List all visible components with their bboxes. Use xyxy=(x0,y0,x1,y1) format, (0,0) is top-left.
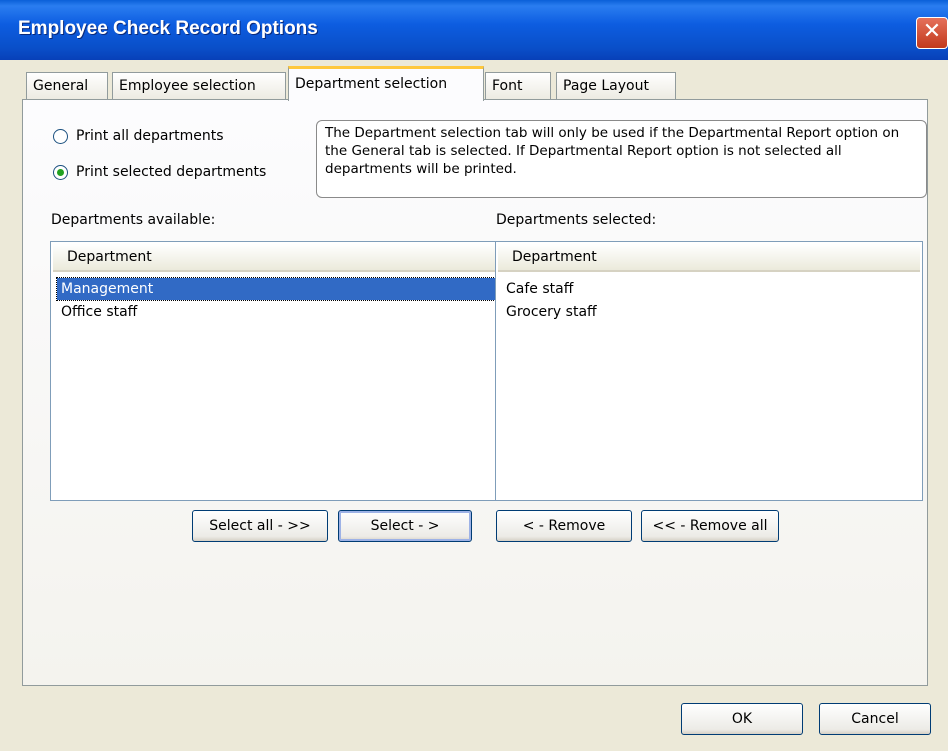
window-title: Employee Check Record Options xyxy=(18,18,318,39)
ok-button[interactable]: OK xyxy=(681,703,803,735)
select-button[interactable]: Select - > xyxy=(338,510,472,542)
radio-print-all-departments[interactable]: Print all departments xyxy=(53,128,224,144)
radio-label: Print selected departments xyxy=(76,164,267,180)
select-all-button[interactable]: Select all - >> xyxy=(192,510,328,542)
list-item[interactable]: Cafe staff xyxy=(502,278,918,300)
close-icon: ✕ xyxy=(922,19,942,44)
title-bar: Employee Check Record Options ✕ xyxy=(0,0,948,60)
tab-employee-selection[interactable]: Employee selection xyxy=(112,72,286,100)
tab-page-layout[interactable]: Page Layout xyxy=(556,72,676,100)
departments-selected-label: Departments selected: xyxy=(496,212,657,228)
radio-print-selected-departments[interactable]: Print selected departments xyxy=(53,164,266,180)
radio-unchecked-icon xyxy=(53,128,68,144)
remove-all-button[interactable]: << - Remove all xyxy=(641,510,779,542)
tab-general[interactable]: General xyxy=(26,72,108,100)
radio-label: Print all departments xyxy=(76,128,224,144)
departments-selected-list[interactable]: Department Cafe staff Grocery staff xyxy=(495,241,923,501)
departments-available-list[interactable]: Department Management Office staff xyxy=(50,241,500,501)
column-header-department[interactable]: Department xyxy=(53,244,497,272)
column-header-department[interactable]: Department xyxy=(498,244,920,272)
info-note: The Department selection tab will only b… xyxy=(316,120,927,198)
cancel-button[interactable]: Cancel xyxy=(819,703,931,735)
list-item[interactable]: Management xyxy=(56,277,496,301)
dialog-window: Employee Check Record Options ✕ General … xyxy=(0,0,948,751)
tab-department-selection[interactable]: Department selection xyxy=(288,66,484,101)
department-selection-panel: Print all departments Print selected dep… xyxy=(22,99,928,686)
remove-button[interactable]: < - Remove xyxy=(496,510,632,542)
list-item[interactable]: Office staff xyxy=(57,301,495,323)
close-button[interactable]: ✕ xyxy=(916,17,948,49)
tab-font[interactable]: Font xyxy=(485,72,551,100)
departments-available-label: Departments available: xyxy=(51,212,216,228)
radio-checked-icon xyxy=(53,164,68,180)
list-item[interactable]: Grocery staff xyxy=(502,301,918,323)
